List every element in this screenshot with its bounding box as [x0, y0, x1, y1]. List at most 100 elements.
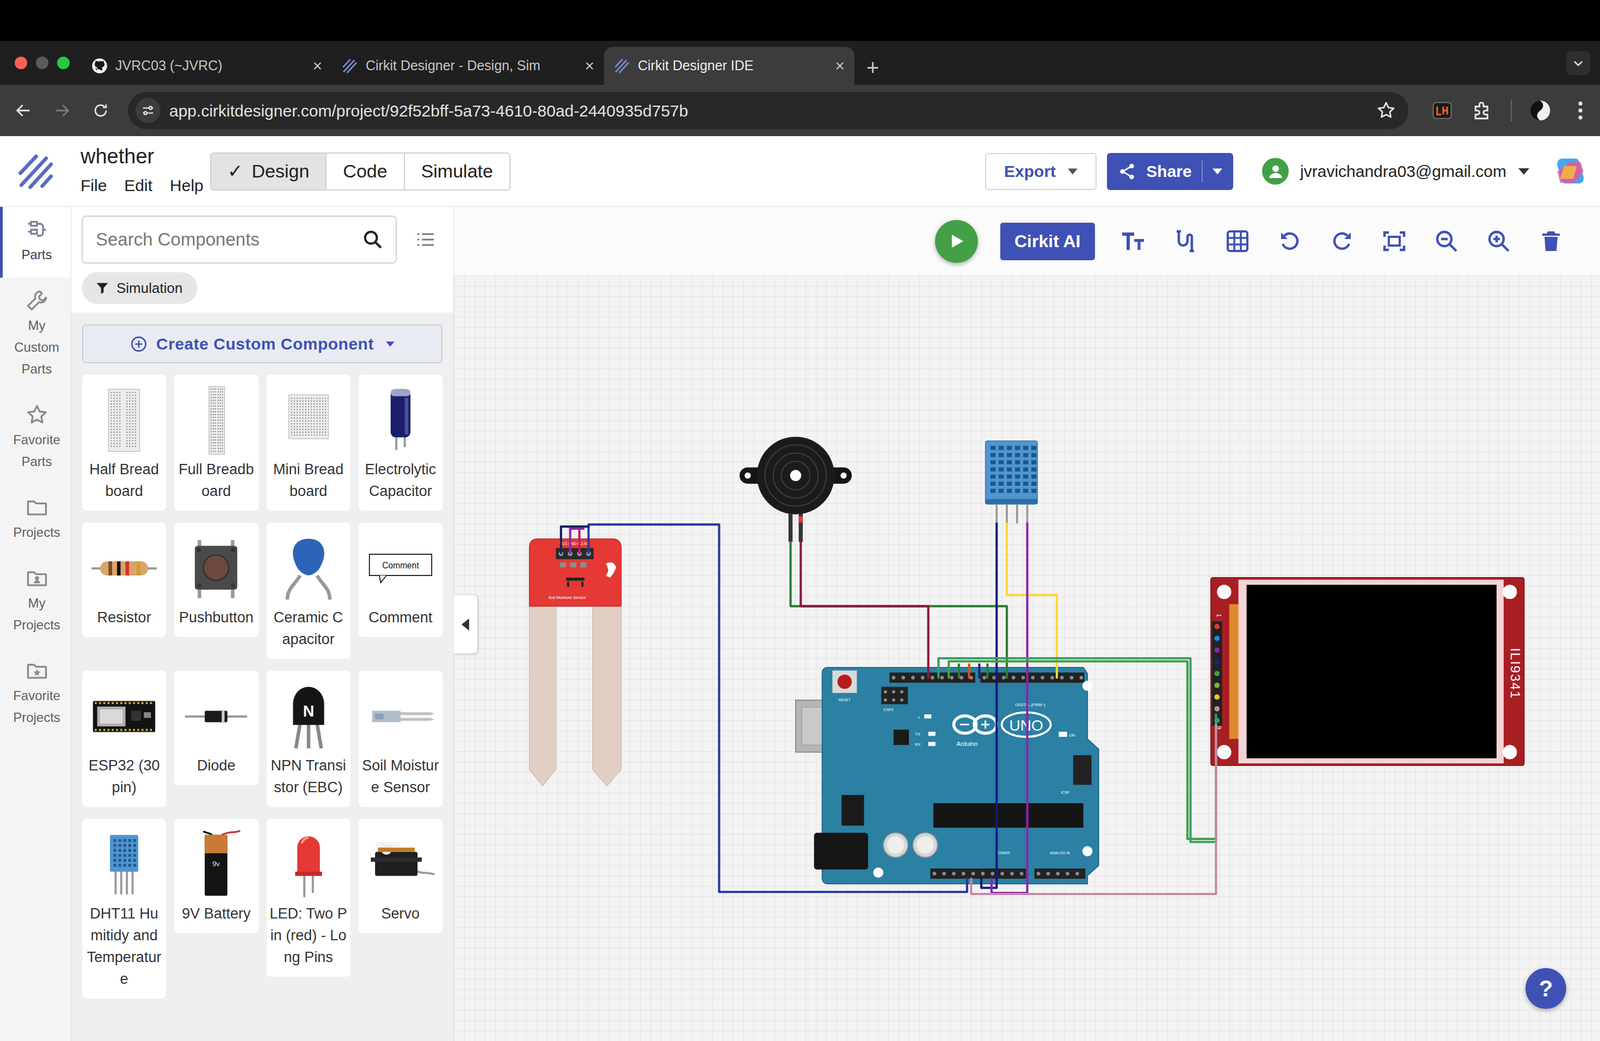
part-card[interactable]: DHT11 Humitidy and Temperature [82, 818, 166, 999]
part-card[interactable]: CommentComment [358, 522, 443, 637]
bookmark-button[interactable] [1375, 100, 1397, 121]
mode-tab[interactable]: ✓Design [211, 153, 326, 190]
rail-item[interactable]: My Projects [0, 555, 71, 648]
grid-toggle-button[interactable] [1223, 226, 1252, 256]
search-input[interactable] [94, 225, 362, 254]
zoom-out-button[interactable] [1432, 226, 1461, 256]
delete-button[interactable] [1536, 226, 1566, 256]
rail-item[interactable]: My Custom Parts [0, 277, 71, 392]
zoom-in-button[interactable] [1484, 226, 1513, 256]
simulation-filter-chip[interactable]: Simulation [81, 272, 198, 304]
soil-moisture-sensor[interactable]: VCC GND DO AO Soil Moisture Sensor [529, 538, 622, 786]
mode-tab[interactable]: Simulate [403, 153, 510, 190]
profile-icon[interactable] [1528, 98, 1553, 123]
back-button[interactable] [9, 96, 38, 125]
part-card[interactable]: Electrolytic Capacitor [358, 374, 443, 511]
share-button[interactable]: Share [1106, 152, 1234, 190]
wire[interactable] [570, 528, 584, 553]
address-bar[interactable]: app.cirkitdesigner.com/project/92f52bff-… [127, 91, 1409, 129]
fit-screen-button[interactable] [1380, 226, 1409, 256]
part-card[interactable]: Soil Moisture Sensor [358, 670, 443, 807]
browser-tab[interactable]: Cirkit Designer IDE× [604, 46, 855, 85]
minimize-window-button[interactable] [35, 56, 49, 70]
help-button[interactable]: ? [1525, 967, 1567, 1009]
tab-close-button[interactable]: × [834, 57, 845, 75]
wire[interactable] [948, 661, 1216, 839]
copilot-icon[interactable] [1551, 152, 1589, 190]
new-tab-button[interactable]: + [866, 56, 879, 79]
list-view-icon[interactable] [414, 228, 437, 251]
wire[interactable] [938, 657, 1216, 842]
part-card[interactable]: Servo [358, 818, 443, 933]
undo-button[interactable] [1275, 226, 1304, 256]
wire[interactable] [800, 541, 928, 678]
run-simulation-button[interactable] [934, 219, 978, 263]
battery-icon: 9v [177, 826, 255, 903]
account-avatar[interactable] [1262, 157, 1289, 185]
part-card[interactable]: Pushbutton [174, 522, 258, 637]
canvas-grid[interactable]: VCC GND DO AO Soil Moisture Sensor [453, 275, 1600, 1041]
caret-down-icon[interactable] [1518, 167, 1530, 176]
part-card[interactable]: Resistor [82, 522, 166, 637]
zoom-window-button[interactable] [57, 56, 70, 70]
part-card[interactable]: Half Breadboard [82, 374, 166, 511]
wire[interactable] [561, 526, 589, 553]
rail-item[interactable]: Projects [0, 484, 71, 556]
project-name[interactable]: whether [80, 144, 211, 169]
cirkit-logo-icon[interactable] [16, 151, 57, 192]
wire[interactable] [1006, 523, 1057, 678]
browser-tab[interactable]: JVRC03 (~JVRC)× [81, 46, 332, 85]
search-icon[interactable] [361, 228, 384, 251]
wire[interactable] [970, 724, 1216, 894]
part-card[interactable]: NNPN Transistor (EBC) [266, 670, 351, 807]
extension-logo-icon[interactable] [1430, 98, 1455, 123]
tab-close-button[interactable]: × [584, 57, 595, 75]
part-card[interactable]: Mini Breadboard [266, 374, 351, 511]
wire[interactable] [981, 523, 997, 888]
part-card[interactable]: Ceramic Capacitor [266, 522, 351, 659]
part-card[interactable]: 9v9V Battery [174, 818, 258, 933]
wire[interactable] [957, 663, 960, 678]
puzzle-icon[interactable] [1470, 98, 1495, 123]
wire[interactable] [991, 523, 1028, 894]
wire[interactable] [968, 663, 971, 678]
rail-item[interactable]: Parts [0, 206, 71, 278]
reload-button[interactable] [87, 96, 115, 125]
ili9341-display[interactable]: 1 9 ILI9341 [1210, 577, 1525, 766]
rail-item[interactable]: Favorite Projects [0, 647, 71, 741]
wire[interactable] [977, 663, 981, 678]
part-card[interactable]: ESP32 (30 pin) [82, 670, 166, 807]
site-settings-button[interactable] [135, 97, 161, 123]
rail-item[interactable]: Favorite Parts [0, 391, 71, 485]
circuit-diagram[interactable]: VCC GND DO AO Soil Moisture Sensor [453, 275, 1600, 1041]
wire-tool-button[interactable] [1171, 226, 1200, 256]
menu-item[interactable]: Help [169, 173, 204, 198]
account-email[interactable]: jvravichandra03@gmail.com [1300, 158, 1507, 184]
search-field[interactable] [81, 215, 397, 264]
tab-close-button[interactable]: × [312, 57, 323, 75]
wire[interactable] [588, 524, 968, 892]
wire[interactable] [578, 530, 581, 553]
collapse-panel-button[interactable] [453, 594, 478, 654]
more-icon[interactable] [1568, 98, 1593, 123]
part-card[interactable]: LED: Two Pin (red) - Long Pins [266, 818, 351, 977]
create-custom-component-button[interactable]: Create Custom Component [82, 324, 443, 363]
forward-button[interactable] [48, 96, 76, 125]
dht11-sensor[interactable] [985, 440, 1038, 524]
arduino-uno[interactable]: RESET ICSP2 L TX RX [795, 667, 1099, 884]
redo-button[interactable] [1327, 226, 1357, 256]
close-window-button[interactable] [14, 56, 28, 70]
export-button[interactable]: Export [985, 152, 1097, 190]
browser-tab[interactable]: Cirkit Designer - Design, Sim × [331, 46, 605, 85]
cirkit-ai-button[interactable]: Cirkit AI [1000, 222, 1095, 261]
menu-item[interactable]: File [80, 173, 107, 198]
tab-title: Cirkit Designer - Design, Sim [365, 55, 577, 77]
mode-tab[interactable]: Code [325, 153, 404, 190]
tab-search-button[interactable] [1566, 51, 1591, 76]
menu-item[interactable]: Edit [124, 173, 153, 198]
part-card[interactable]: Full Breadboard [174, 374, 258, 511]
buzzer[interactable] [739, 436, 852, 542]
text-tool-button[interactable] [1118, 226, 1148, 256]
wire[interactable] [986, 663, 989, 678]
part-card[interactable]: Diode [174, 670, 258, 785]
